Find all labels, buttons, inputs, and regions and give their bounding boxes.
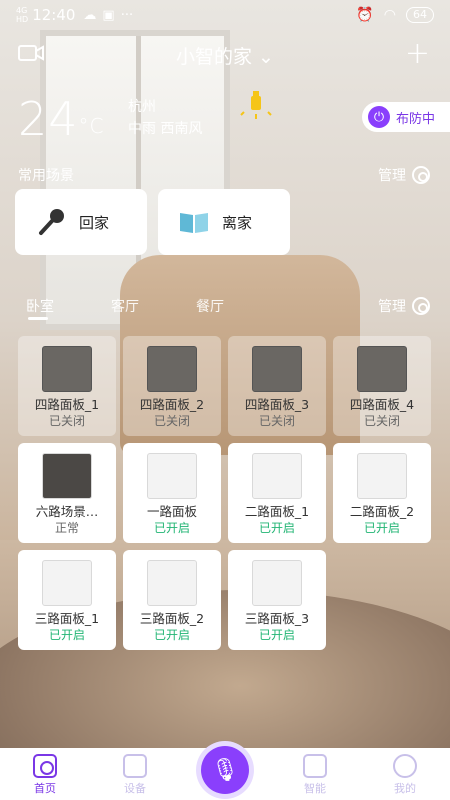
- more-icon: ···: [120, 7, 134, 23]
- device-name: 一路面板: [146, 504, 197, 519]
- device-status: 已开启: [153, 628, 190, 642]
- tab-bedroom[interactable]: 卧室: [26, 296, 54, 316]
- lightbulb-icon: [240, 91, 272, 119]
- device-card[interactable]: 六路场景… 正常: [18, 443, 116, 543]
- nav-label: 设备: [124, 782, 146, 795]
- switch-panel-icon: [252, 346, 302, 392]
- device-status: 正常: [54, 521, 79, 535]
- add-button[interactable]: +: [405, 36, 430, 71]
- microphone-icon: [39, 209, 64, 235]
- voice-assistant-button[interactable]: 🎙: [201, 746, 249, 794]
- tab-dining-room[interactable]: 餐厅: [196, 296, 224, 316]
- nav-profile[interactable]: 我的: [375, 754, 435, 796]
- cast-icon: [303, 754, 327, 778]
- scenes-manage-button[interactable]: 管理: [378, 165, 430, 185]
- switch-panel-icon: [147, 346, 197, 392]
- switch-panel-icon: [357, 346, 407, 392]
- device-name: 二路面板_2: [349, 504, 415, 519]
- scenes-title: 常用场景: [18, 168, 74, 184]
- gear-icon: [412, 166, 430, 184]
- nav-home[interactable]: 首页: [15, 754, 75, 796]
- device-status: 已关闭: [48, 414, 85, 428]
- book-icon: [180, 213, 208, 233]
- active-tab-indicator: [28, 317, 48, 320]
- switch-panel-icon: [147, 560, 197, 606]
- device-status: 已开启: [363, 521, 400, 535]
- alarm-icon: ⏰: [356, 7, 374, 23]
- switch-panel-icon: [252, 560, 302, 606]
- device-status: 已关闭: [258, 414, 295, 428]
- nav-label: 智能: [304, 782, 326, 795]
- nav-smart[interactable]: 智能: [285, 754, 345, 796]
- device-name: 四路面板_3: [244, 397, 310, 412]
- device-card[interactable]: 二路面板_1 已开启: [228, 443, 326, 543]
- microphone-icon: 🎙: [211, 757, 239, 783]
- device-card[interactable]: 三路面板_1 已开启: [18, 550, 116, 650]
- device-card[interactable]: 二路面板_2 已开启: [333, 443, 431, 543]
- scene-card-home[interactable]: 回家: [15, 189, 147, 255]
- scene-label: 离家: [222, 213, 253, 232]
- device-status: 已开启: [258, 521, 295, 535]
- scene-card-away[interactable]: 离家: [158, 189, 290, 255]
- scene-panel-icon: [42, 453, 92, 499]
- person-icon: [393, 754, 417, 778]
- home-name: 小智的家: [176, 46, 253, 68]
- temperature-value: 24: [18, 92, 79, 146]
- device-name: 三路面板_3: [244, 611, 310, 626]
- nav-label: 我的: [394, 782, 416, 795]
- device-card[interactable]: 一路面板 已开启: [123, 443, 221, 543]
- weather-info: 杭州 中雨 西南风: [128, 96, 202, 140]
- rooms-manage-button[interactable]: 管理: [378, 296, 430, 316]
- device-status: 已开启: [258, 628, 295, 642]
- scene-label: 回家: [79, 213, 110, 232]
- switch-panel-icon: [147, 453, 197, 499]
- device-card[interactable]: 三路面板_2 已开启: [123, 550, 221, 650]
- switch-panel-icon: [357, 453, 407, 499]
- cloud-icon: ☁: [83, 7, 97, 23]
- device-card[interactable]: 四路面板_4 已关闭: [333, 336, 431, 436]
- home-icon: [33, 754, 57, 778]
- weather-temperature: 24°C: [18, 92, 105, 152]
- status-bar: 4G HD 12:40 ☁ ▣ ··· ⏰ ◠ 64: [0, 0, 450, 30]
- security-arm-button[interactable]: ⏻ 布防中: [362, 102, 450, 132]
- device-status: 已关闭: [153, 414, 190, 428]
- device-status: 已开启: [48, 628, 85, 642]
- manage-label: 管理: [378, 168, 406, 184]
- device-name: 四路面板_2: [139, 397, 205, 412]
- device-status: 已开启: [153, 521, 190, 535]
- security-label: 布防中: [396, 111, 436, 127]
- device-name: 三路面板_1: [34, 611, 100, 626]
- manage-label: 管理: [378, 299, 406, 315]
- device-card[interactable]: 四路面板_1 已关闭: [18, 336, 116, 436]
- device-status: 已关闭: [363, 414, 400, 428]
- grid-icon: [123, 754, 147, 778]
- device-card[interactable]: 四路面板_2 已关闭: [123, 336, 221, 436]
- battery-indicator: 64: [406, 7, 434, 23]
- power-icon: ⏻: [368, 106, 390, 128]
- tab-living-room[interactable]: 客厅: [111, 296, 139, 316]
- switch-panel-icon: [252, 453, 302, 499]
- device-name: 四路面板_4: [349, 397, 415, 412]
- wifi-icon: ◠: [383, 7, 396, 23]
- device-name: 六路场景…: [35, 504, 99, 519]
- nav-devices[interactable]: 设备: [105, 754, 165, 796]
- device-name: 二路面板_1: [244, 504, 310, 519]
- gear-icon: [412, 297, 430, 315]
- network-indicator: 4G HD: [16, 6, 29, 24]
- header: 小智的家 ⌄ +: [0, 36, 450, 72]
- device-name: 三路面板_2: [139, 611, 205, 626]
- nav-label: 首页: [34, 782, 56, 795]
- chevron-down-icon: ⌄: [258, 46, 274, 68]
- device-card[interactable]: 四路面板_3 已关闭: [228, 336, 326, 436]
- city-name: 杭州: [128, 99, 156, 115]
- weather-condition: 中雨 西南风: [128, 121, 203, 137]
- clock: 12:40: [32, 6, 76, 24]
- switch-panel-icon: [42, 560, 92, 606]
- notification-icon: ▣: [102, 7, 115, 23]
- device-name: 四路面板_1: [34, 397, 100, 412]
- switch-panel-icon: [42, 346, 92, 392]
- temperature-unit: °C: [78, 114, 105, 138]
- device-card[interactable]: 三路面板_3 已开启: [228, 550, 326, 650]
- home-selector[interactable]: 小智的家 ⌄: [0, 42, 450, 69]
